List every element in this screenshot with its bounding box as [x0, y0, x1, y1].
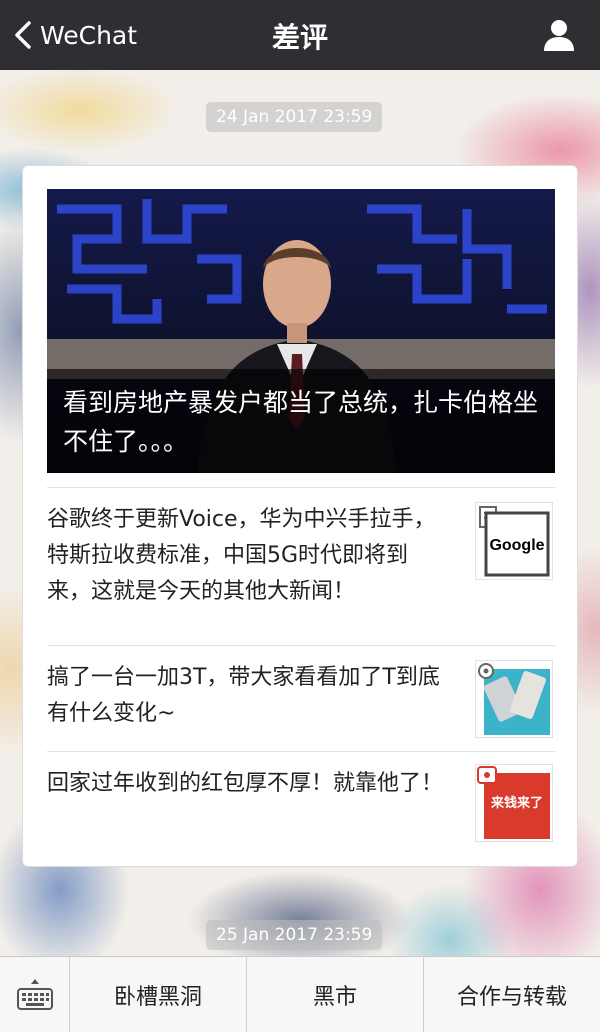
back-button[interactable]: WeChat	[14, 14, 137, 56]
article-title: 回家过年收到的红包厚不厚！就靠他了！	[47, 771, 444, 796]
thumb-text: Google	[489, 537, 544, 554]
nav-bar: WeChat 差评	[0, 0, 600, 70]
timestamp: 25 Jan 2017 23:59	[206, 920, 383, 950]
keyboard-icon	[16, 979, 53, 1010]
article-thumbnail: Google	[475, 502, 553, 580]
article-thumbnail: 来钱来了	[475, 764, 553, 842]
hero-article[interactable]: 看到房地产暴发户都当了总统，扎卡伯格坐不住了。。。	[47, 189, 555, 473]
article-title: 谷歌终于更新Voice，华为中兴手拉手，特斯拉收费标准，中国5G时代即将到来，这…	[47, 507, 436, 604]
article-row[interactable]: 谷歌终于更新Voice，华为中兴手拉手，特斯拉收费标准，中国5G时代即将到来，这…	[47, 487, 555, 645]
profile-icon[interactable]	[542, 18, 576, 52]
article-thumbnail	[475, 660, 553, 738]
menu-item-wocao-heidong[interactable]: 卧槽黑洞	[70, 957, 247, 1032]
timestamp: 24 Jan 2017 23:59	[206, 102, 383, 132]
menu-item-cooperation[interactable]: 合作与转载	[424, 957, 600, 1032]
news-card: 看到房地产暴发户都当了总统，扎卡伯格坐不住了。。。 谷歌终于更新Voice，华为…	[22, 165, 578, 867]
article-row[interactable]: 搞了一台一加3T，带大家看看加了T到底有什么变化~	[47, 645, 555, 751]
thumb-text: 来钱来了	[490, 795, 543, 811]
article-title: 搞了一台一加3T，带大家看看加了T到底有什么变化~	[47, 665, 440, 726]
gear-icon	[478, 663, 494, 679]
hero-title: 看到房地产暴发户都当了总统，扎卡伯格坐不住了。。。	[47, 369, 555, 473]
chevron-left-icon	[15, 21, 31, 49]
bottom-menu: 卧槽黑洞 黑市 合作与转载	[0, 956, 600, 1032]
keyboard-toggle-button[interactable]	[0, 957, 70, 1032]
back-label: WeChat	[40, 20, 138, 50]
article-row[interactable]: 回家过年收到的红包厚不厚！就靠他了！ 来钱来了	[47, 751, 555, 851]
red-envelope-icon	[477, 766, 497, 784]
menu-item-heishi[interactable]: 黑市	[247, 957, 424, 1032]
